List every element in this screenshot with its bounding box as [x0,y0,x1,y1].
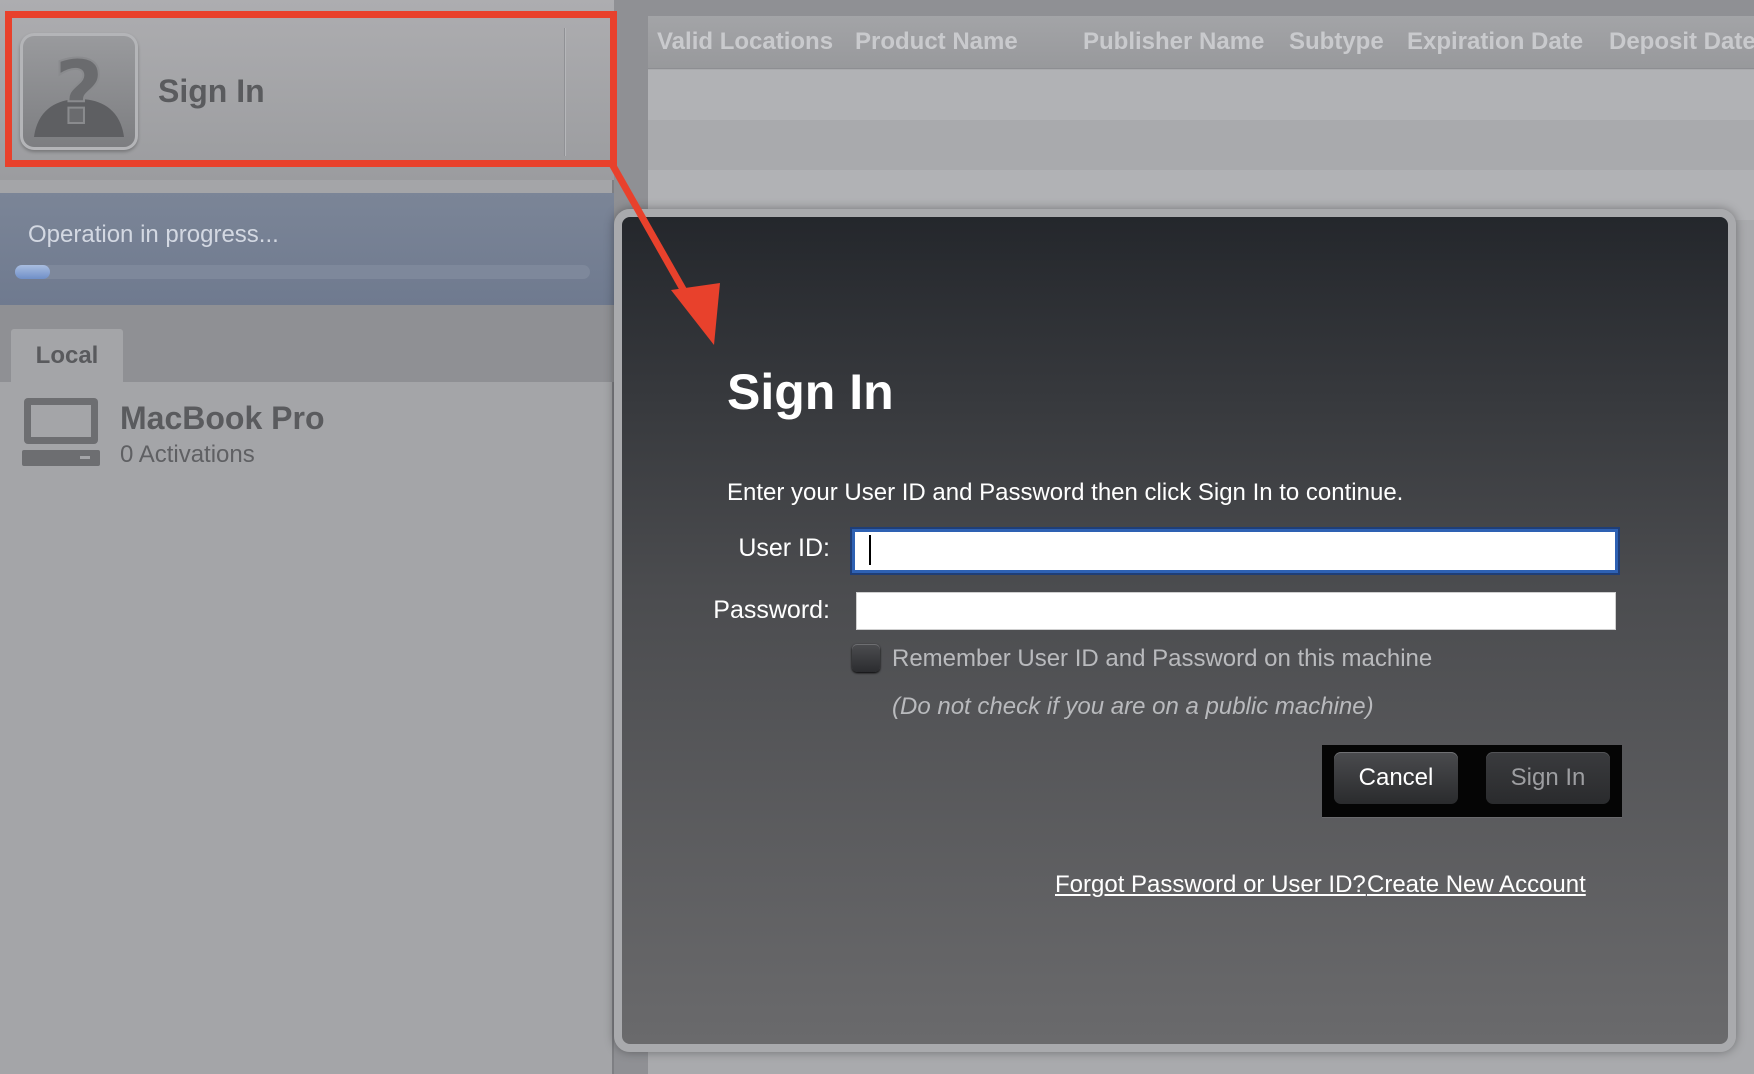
forgot-password-link[interactable]: Forgot Password or User ID? [1055,871,1366,899]
column-header-deposit-date[interactable]: Deposit Date [1609,28,1754,56]
annotation-highlight-box [5,11,617,167]
dialog-button-bar: Cancel Sign In [1322,745,1622,818]
column-header-product-name[interactable]: Product Name [855,28,1018,56]
location-tabs: Local [0,305,614,382]
device-name: MacBook Pro [120,400,325,436]
progress-bar-fill [15,265,50,279]
user-id-input[interactable] [852,529,1618,573]
dialog-instructions: Enter your User ID and Password then cli… [727,479,1404,506]
text-caret [869,535,871,565]
user-id-label: User ID: [738,534,830,562]
sign-in-button[interactable]: Sign In [1486,752,1610,804]
password-input[interactable] [856,592,1616,630]
device-activations: 0 Activations [120,441,255,468]
public-machine-note: (Do not check if you are on a public mac… [892,693,1374,720]
device-list-item[interactable]: MacBook Pro 0 Activations [22,396,582,476]
laptop-icon [22,398,100,466]
table-header: Valid Locations Product Name Publisher N… [648,16,1754,69]
column-header-publisher-name[interactable]: Publisher Name [1083,28,1264,56]
column-header-expiration-date[interactable]: Expiration Date [1407,28,1583,56]
remember-label[interactable]: Remember User ID and Password on this ma… [892,645,1432,673]
tab-local[interactable]: Local [11,329,123,382]
table-row [648,120,1754,170]
password-label: Password: [713,596,830,624]
column-header-valid-locations[interactable]: Valid Locations [657,28,833,56]
progress-bar [15,265,590,279]
table-row [648,70,1754,120]
progress-panel: Operation in progress... [0,193,614,305]
create-account-link[interactable]: Create New Account [1367,871,1586,899]
remember-checkbox[interactable] [852,644,880,672]
cancel-button[interactable]: Cancel [1334,752,1458,804]
column-header-subtype[interactable]: Subtype [1289,28,1384,56]
progress-label: Operation in progress... [28,221,279,248]
sign-in-dialog: Sign In Enter your User ID and Password … [614,209,1736,1052]
dialog-title: Sign In [727,364,894,420]
